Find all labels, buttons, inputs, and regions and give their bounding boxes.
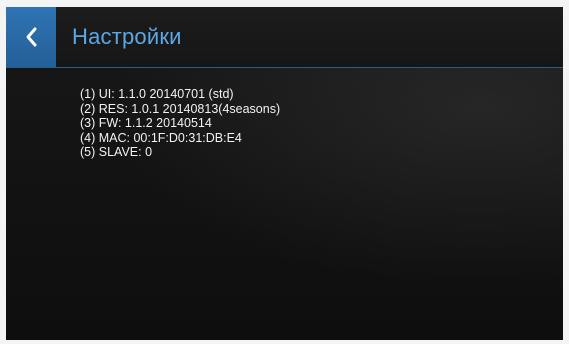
- settings-screen: Настройки (1) UI: 1.1.0 20140701 (std) (…: [6, 7, 563, 340]
- info-line-res: (2) RES: 1.0.1 20140813(4seasons): [80, 101, 281, 116]
- header-bar: Настройки: [6, 7, 563, 68]
- chevron-left-icon: [24, 26, 38, 48]
- version-info-list: (1) UI: 1.1.0 20140701 (std) (2) RES: 1.…: [80, 87, 280, 160]
- info-line-fw: (3) FW: 1.1.2 20140514: [80, 116, 212, 130]
- info-line-ui: (1) UI: 1.1.0 20140701 (std): [80, 87, 234, 101]
- page-title: Настройки: [72, 24, 182, 49]
- info-line-mac: (4) MAC: 00:1F:D0:31:DB:E4: [80, 130, 242, 145]
- info-line-slave: (5) SLAVE: 0: [80, 145, 153, 159]
- device-bezel: Настройки (1) UI: 1.1.0 20140701 (std) (…: [0, 0, 569, 344]
- back-button[interactable]: [6, 7, 56, 67]
